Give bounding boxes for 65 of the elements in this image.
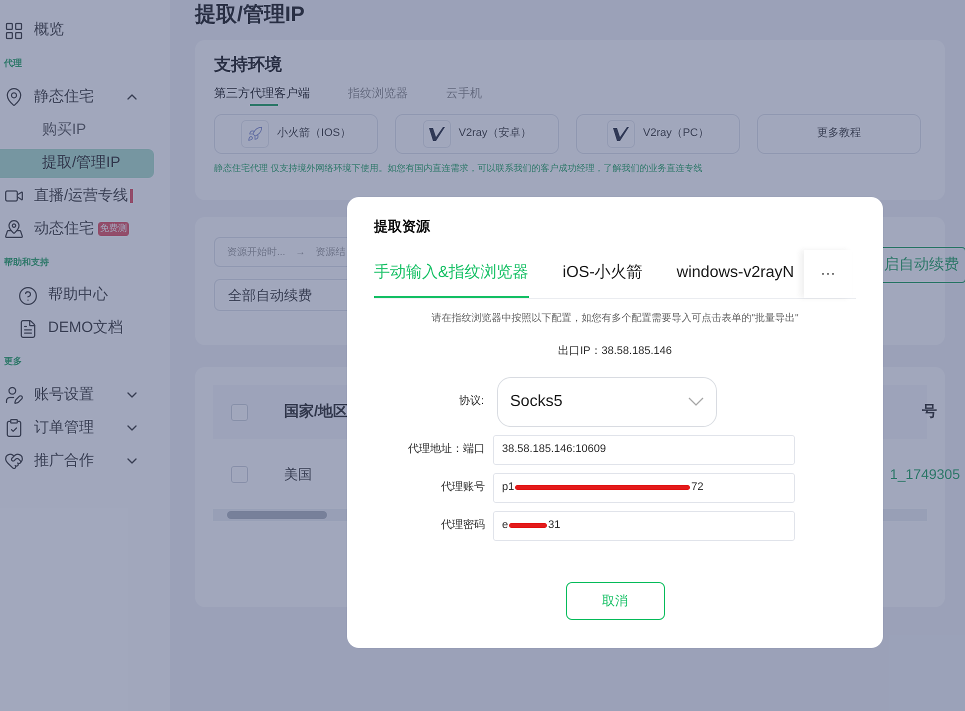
column-header: 号 [922, 402, 937, 422]
user-edit-icon [4, 385, 24, 405]
value-start: e [502, 518, 508, 534]
v-logo-icon [606, 120, 635, 148]
protocol-select[interactable]: Socks5 [497, 376, 717, 426]
checkbox[interactable] [231, 466, 248, 482]
grid-icon [4, 20, 24, 40]
section-label: 代理 [2, 57, 23, 70]
sidebar-item[interactable]: 概览 [34, 19, 64, 42]
hint-text: 请在指纹浏览器中按照以下配置，如您有多个配置需要导入可点击表单的"批量导出" [430, 312, 800, 326]
environment-tab[interactable]: 指纹浏览器 [348, 84, 408, 104]
table-cell-text: 1_1749305 [890, 464, 960, 484]
address-field[interactable]: 38.58.185.146:10609 [493, 434, 795, 464]
more-tabs-button[interactable]: ··· [804, 250, 852, 298]
sidebar-item[interactable]: 动态住宅 [34, 218, 94, 240]
tab-underline [250, 104, 278, 106]
sidebar-group[interactable]: 账号设置 [0, 378, 140, 412]
field-label: 代理地址：端口 [407, 442, 485, 458]
location-pin-icon [4, 219, 24, 239]
table-cell-text: 美国 [284, 464, 313, 484]
sidebar-group[interactable]: 订单管理 [0, 412, 140, 444]
redacted-field[interactable]: e 31 [493, 510, 795, 540]
sidebar-subitem[interactable]: 提取/管理IP [0, 148, 154, 178]
column-header: 国家/地区 [284, 402, 350, 422]
client-button[interactable]: 小火箭（IOS） [214, 114, 378, 154]
sidebar-subitem[interactable]: 购买IP [0, 116, 154, 144]
dialog-tab[interactable]: 手动输入&指纹浏览器 [374, 250, 529, 298]
sidebar-item[interactable]: 帮助中心 [48, 284, 108, 307]
field-label: 代理密码 [440, 518, 485, 534]
document-icon [18, 318, 38, 338]
checkbox[interactable] [231, 404, 248, 420]
field-label: 代理账号 [440, 480, 485, 496]
value-end: 72 [691, 480, 704, 496]
client-button[interactable]: 更多教程 [757, 114, 921, 154]
environment-tab[interactable]: 云手机 [446, 84, 482, 104]
page-title: 提取/管理IP [195, 2, 306, 28]
value-end: 31 [548, 518, 560, 534]
chevron-down-icon [688, 397, 704, 406]
redaction-mark [509, 523, 548, 528]
value-start: p1 [502, 480, 514, 496]
exit-ip-text: 出口IP：38.58.185.146 [557, 344, 673, 359]
redacted-field[interactable]: p1 72 [493, 472, 795, 502]
section-label: 帮助和支持 [3, 256, 50, 268]
dialog-title: 提取资源 [374, 217, 432, 236]
dialog-tab[interactable]: windows-v2rayN [676, 250, 794, 298]
v-logo-icon [422, 120, 451, 148]
sidebar-group[interactable]: 静态住宅 [0, 80, 140, 114]
cancel-button[interactable]: 取消 [566, 582, 664, 620]
sidebar-item[interactable]: 直播/运营专线 [34, 184, 128, 208]
clipboard-check-icon [4, 418, 24, 438]
notice-text: 静态住宅代理 仅支持境外网络环境下使用。如您有国内直连需求，可以联系我们的客户成功经理，了解我们的业务直连专线 [214, 162, 704, 174]
rocket-icon [241, 120, 270, 148]
card-title: 支持环境 [214, 54, 283, 76]
help-icon [18, 286, 38, 306]
dialog-tab[interactable]: iOS-小火箭 [562, 250, 643, 298]
environment-tab[interactable]: 第三方代理客户端 [214, 84, 310, 104]
client-button[interactable]: V2ray（PC） [576, 114, 740, 154]
location-pin-icon [4, 87, 24, 107]
client-button[interactable]: V2ray（安卓） [395, 114, 559, 154]
trial-badge: 免费测 [98, 222, 129, 236]
field-label: 协议: [458, 394, 484, 410]
heart-handshake-icon [4, 451, 24, 471]
sidebar-group[interactable]: 推广合作 [0, 444, 140, 478]
sidebar-item[interactable]: DEMO文档 [48, 317, 123, 340]
section-label: 更多 [3, 355, 23, 368]
